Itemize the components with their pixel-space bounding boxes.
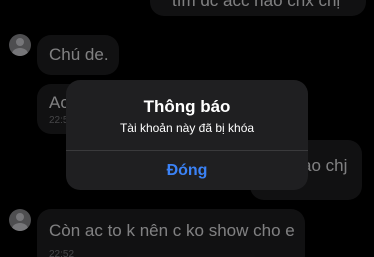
close-button[interactable]: Đóng — [66, 151, 308, 190]
alert-message: Tài khoản này đã bị khóa — [119, 121, 255, 135]
alert-title: Thông báo — [143, 97, 231, 116]
alert-dialog: Thông báo Tài khoản này đã bị khóa Đóng — [66, 80, 308, 190]
chat-screen: tìm đc acc nào chx chị Chú de. Ac 22:5 a… — [0, 0, 374, 257]
